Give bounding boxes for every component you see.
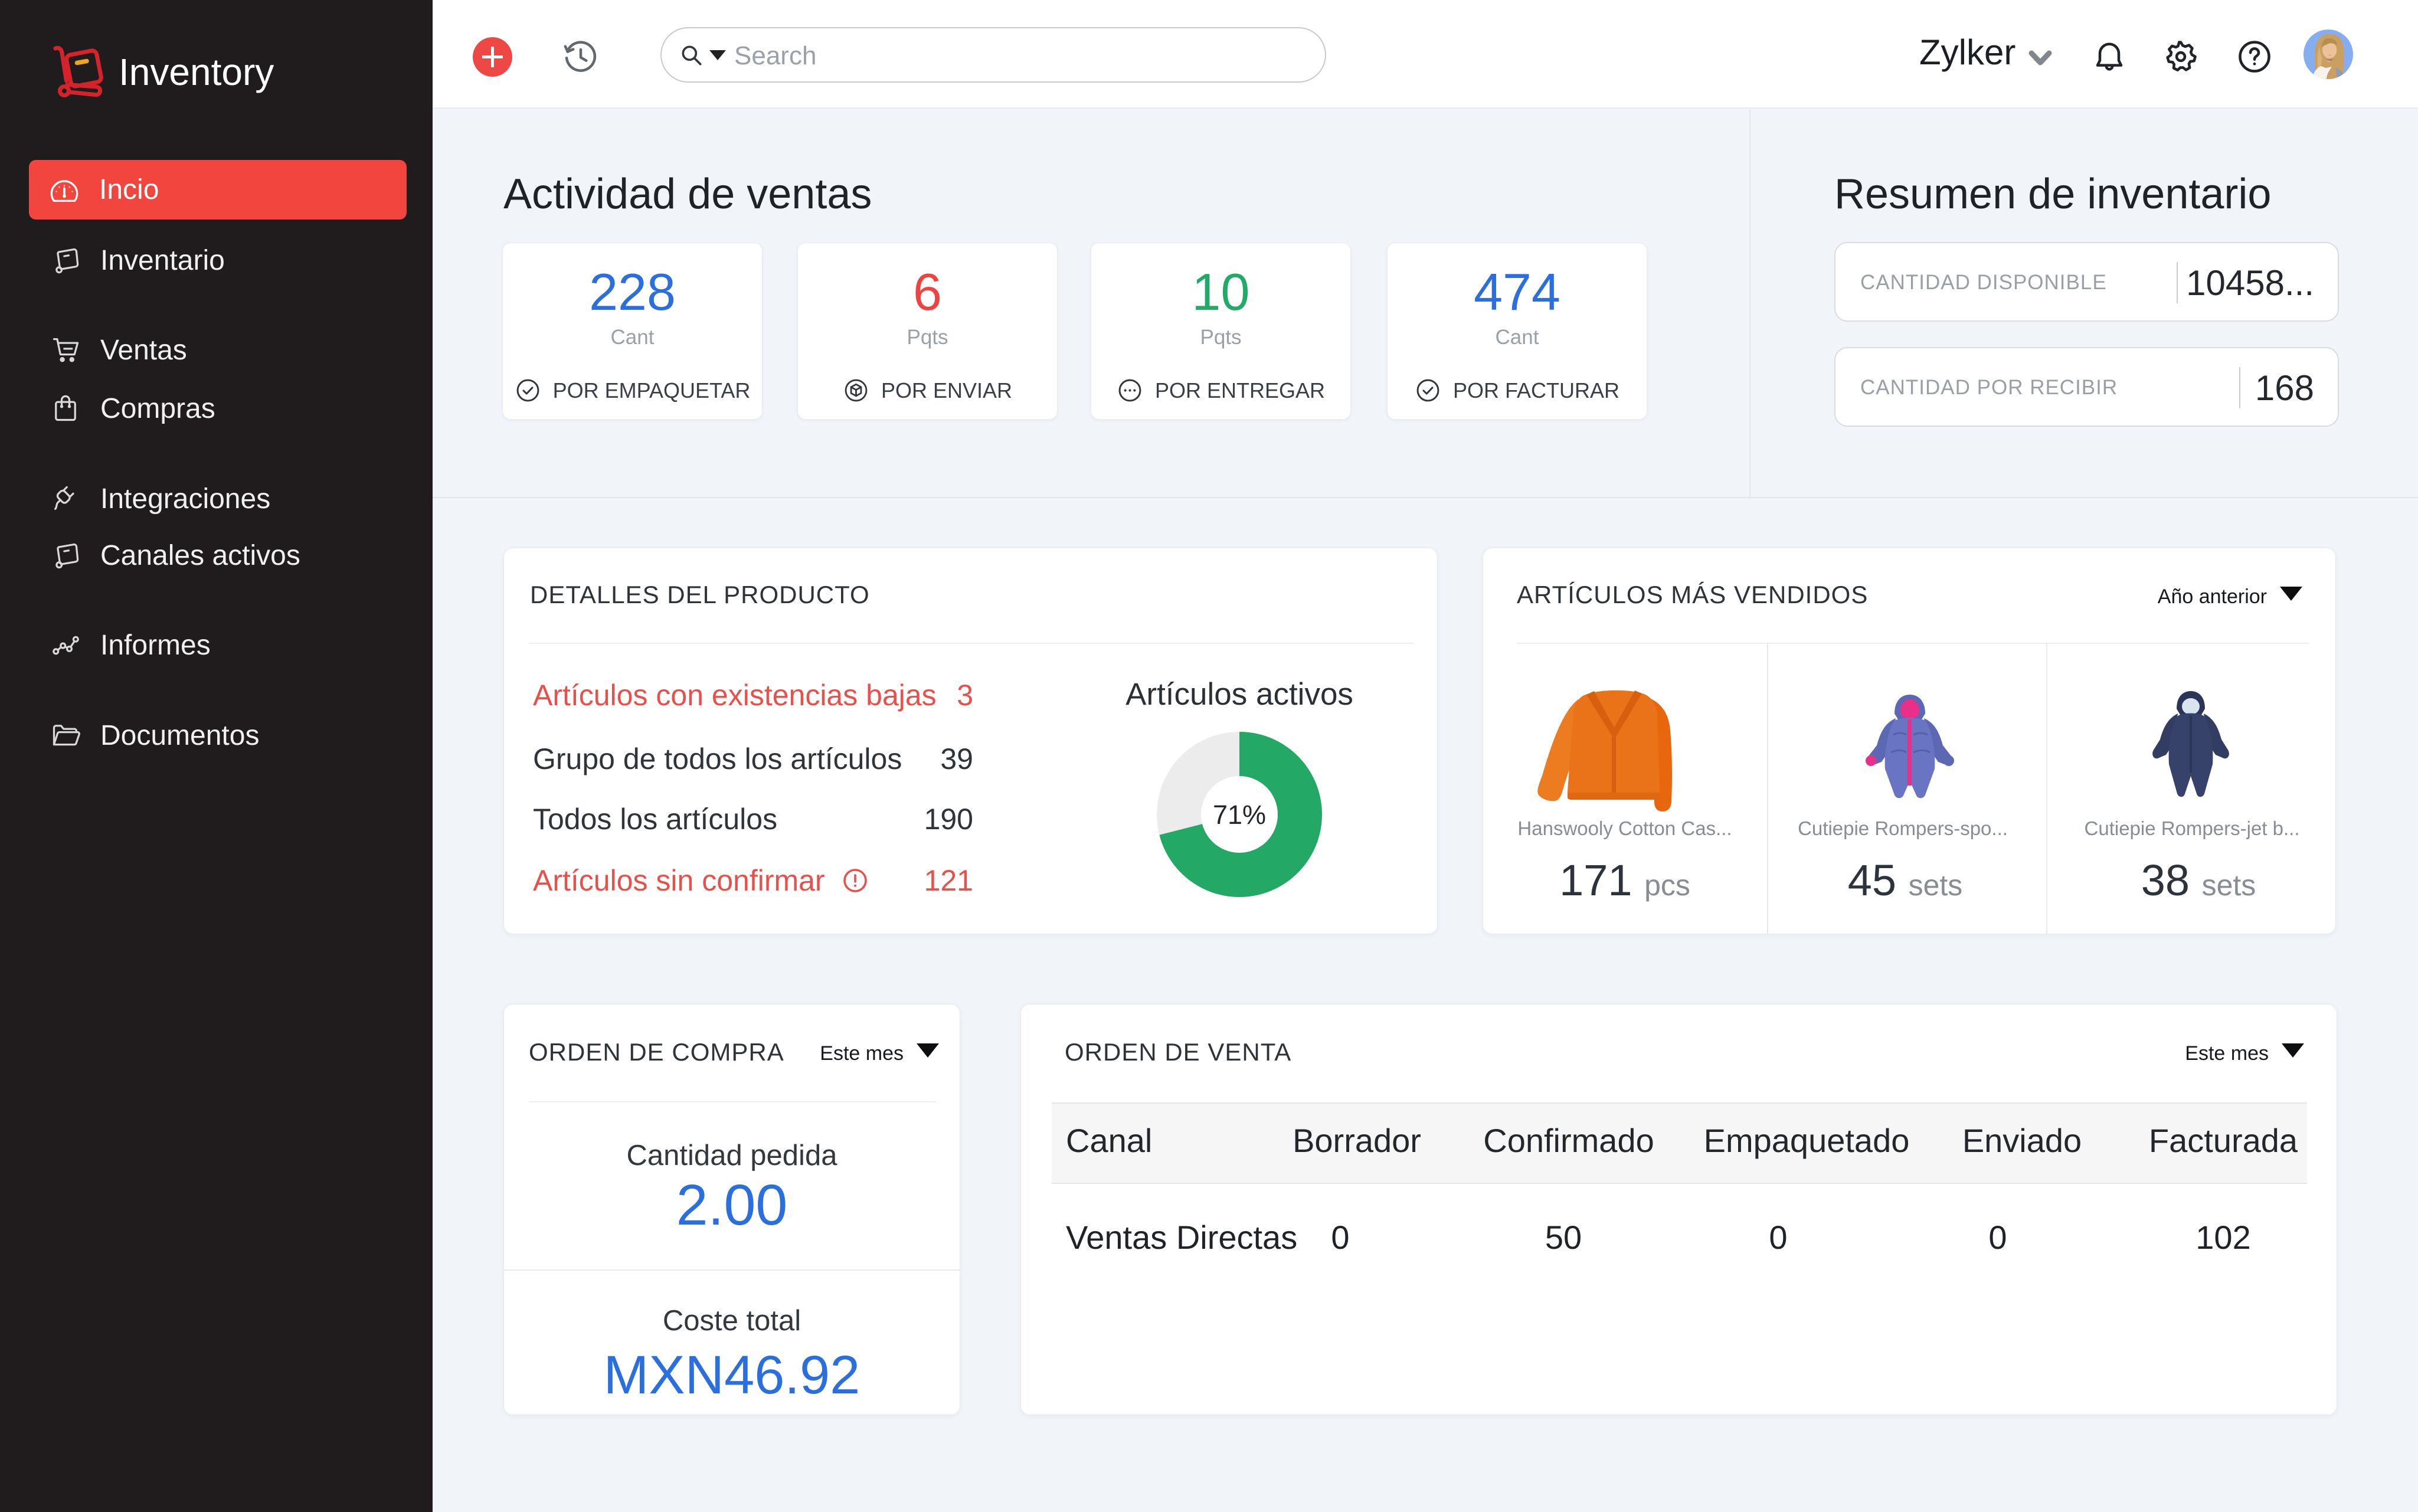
svg-text:71%: 71%	[1213, 800, 1266, 830]
